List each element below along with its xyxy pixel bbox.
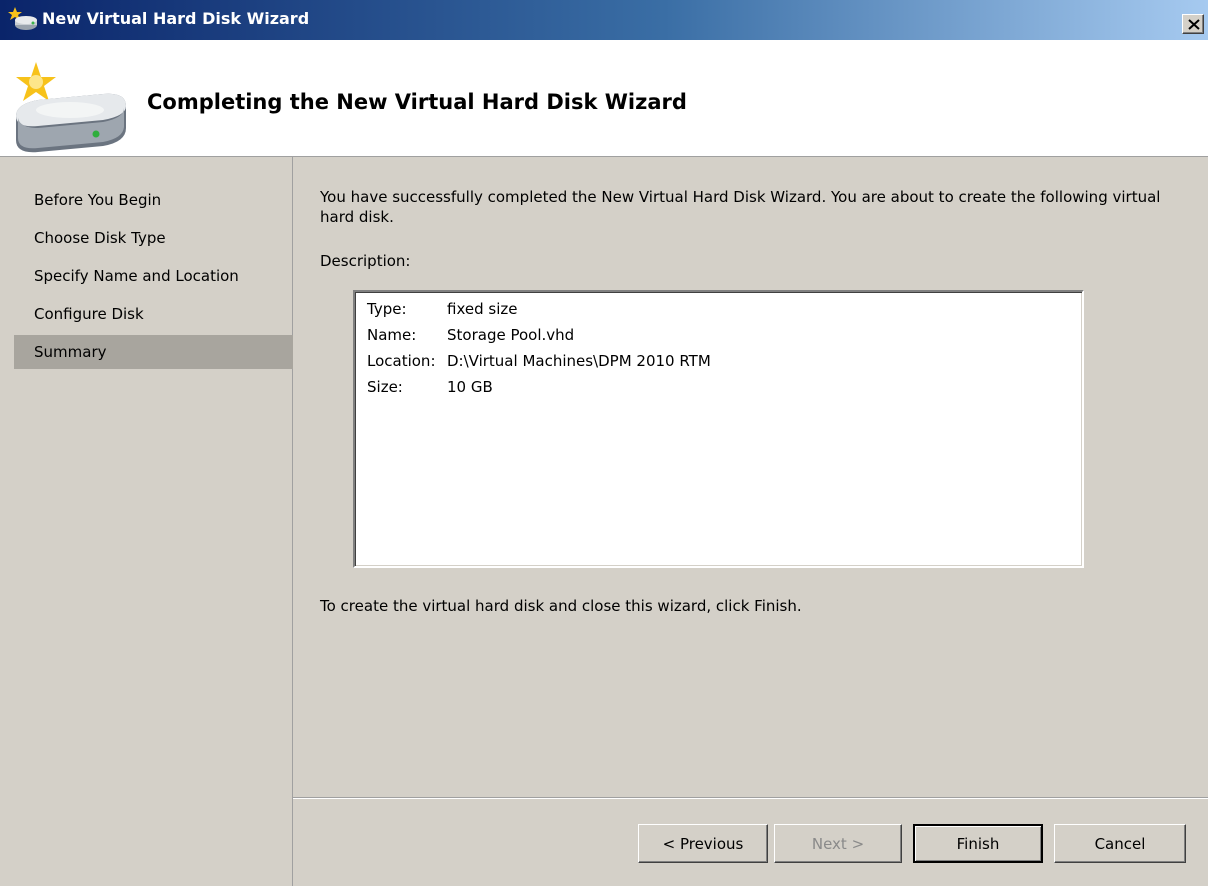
summary-value: D:\Virtual Machines\DPM 2010 RTM — [447, 352, 711, 370]
cancel-button[interactable]: Cancel — [1054, 824, 1186, 863]
finish-button[interactable]: Finish — [913, 824, 1043, 863]
page-title: Completing the New Virtual Hard Disk Wiz… — [147, 90, 687, 114]
window-title: New Virtual Hard Disk Wizard — [42, 9, 310, 28]
summary-row-name: Name: Storage Pool.vhd — [367, 323, 574, 347]
button-divider — [293, 797, 1208, 799]
close-button[interactable] — [1182, 14, 1204, 34]
summary-value: 10 GB — [447, 378, 493, 396]
wizard-header: Completing the New Virtual Hard Disk Wiz… — [0, 40, 1208, 157]
summary-row-type: Type: fixed size — [367, 297, 517, 321]
close-icon — [1188, 19, 1200, 30]
step-specify-name-and-location[interactable]: Specify Name and Location — [14, 259, 293, 293]
hard-disk-sparkle-icon — [8, 60, 134, 156]
step-configure-disk[interactable]: Configure Disk — [14, 297, 293, 331]
summary-key: Name: — [367, 326, 417, 344]
summary-value: fixed size — [447, 300, 518, 318]
finish-hint-text: To create the virtual hard disk and clos… — [320, 597, 802, 615]
next-button[interactable]: Next > — [774, 824, 902, 863]
summary-box[interactable]: Type: fixed size Name: Storage Pool.vhd Lo… — [353, 290, 1084, 568]
title-bar: New Virtual Hard Disk Wizard — [0, 0, 1208, 40]
step-before-you-begin[interactable]: Before You Begin — [14, 183, 293, 217]
previous-button[interactable]: < Previous — [638, 824, 768, 863]
summary-key: Location: — [367, 352, 436, 370]
wizard-content: You have successfully completed the New … — [293, 157, 1208, 797]
intro-text: You have successfully completed the New … — [320, 188, 1161, 226]
new-disk-icon — [8, 6, 38, 32]
description-label: Description: — [320, 252, 411, 270]
step-summary[interactable]: Summary — [14, 335, 293, 369]
summary-key: Size: — [367, 378, 403, 396]
summary-key: Type: — [367, 300, 407, 318]
step-choose-disk-type[interactable]: Choose Disk Type — [14, 221, 293, 255]
wizard-steps-nav: Before You Begin Choose Disk Type Specif… — [0, 157, 293, 886]
summary-row-size: Size: 10 GB — [367, 375, 493, 399]
summary-row-location: Location: D:\Virtual Machines\DPM 2010 RT… — [367, 349, 711, 373]
summary-value: Storage Pool.vhd — [447, 326, 575, 344]
